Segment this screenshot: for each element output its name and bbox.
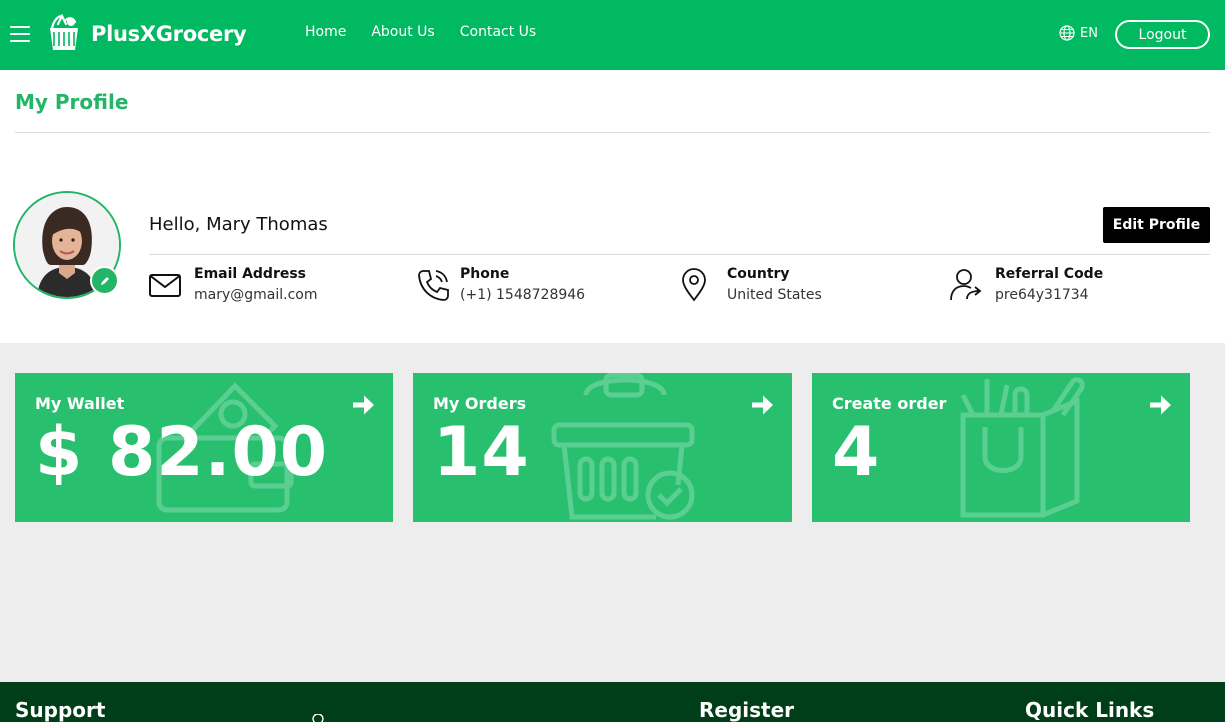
arrow-right-icon[interactable] (750, 393, 774, 417)
orders-card[interactable]: My Orders 14 (413, 373, 792, 522)
profile-section: My Profile Hello, Mary Thomas Edit Profi… (0, 70, 1225, 343)
pencil-icon (100, 276, 109, 285)
card-title: My Wallet (35, 394, 125, 413)
grocery-bag-icon (960, 377, 1085, 518)
phone-icon (418, 270, 449, 301)
info-value: mary@gmail.com (194, 287, 318, 303)
wallet-card[interactable]: My Wallet $ 82.00 (15, 373, 393, 522)
avatar-edit-button[interactable] (90, 266, 119, 295)
info-label: Phone (460, 266, 510, 282)
info-email: Email Address mary@gmail.com (149, 266, 318, 305)
globe-icon (1059, 25, 1075, 41)
edit-profile-button[interactable]: Edit Profile (1103, 207, 1210, 243)
language-selector[interactable]: EN (1059, 25, 1098, 41)
footer-address (312, 714, 324, 722)
footer-quick-links-heading: Quick Links (1025, 698, 1155, 722)
hamburger-menu-icon[interactable] (10, 26, 30, 42)
card-title: My Orders (433, 394, 527, 413)
footer: Support Register Quick Links (0, 682, 1225, 722)
top-navbar: PlusXGrocery Home About Us Contact Us EN… (0, 0, 1225, 70)
arrow-right-icon[interactable] (1148, 393, 1172, 417)
basket-icon (551, 373, 695, 520)
greeting: Hello, Mary Thomas (149, 214, 328, 235)
card-value: $ 82.00 (35, 413, 329, 492)
nav-link-home[interactable]: Home (305, 24, 346, 40)
location-pin-icon (312, 714, 324, 722)
info-label: Email Address (194, 266, 307, 282)
basket-logo-icon (50, 14, 78, 50)
info-referral: Referral Code pre64y31734 (948, 266, 1103, 305)
info-value: United States (727, 287, 822, 303)
location-pin-icon (682, 268, 706, 302)
arrow-right-icon[interactable] (351, 393, 375, 417)
logout-button[interactable]: Logout (1115, 20, 1210, 49)
card-title: Create order (832, 394, 947, 413)
brand-name: PlusXGrocery (91, 22, 247, 46)
create-order-card[interactable]: Create order 4 (812, 373, 1190, 522)
brand-logo[interactable]: PlusXGrocery (44, 14, 247, 54)
info-phone: Phone (+1) 1548728946 (415, 266, 585, 305)
info-label: Referral Code (995, 266, 1104, 282)
footer-register-heading: Register (699, 698, 795, 722)
card-value: 4 (832, 413, 881, 492)
language-label: EN (1080, 25, 1098, 41)
nav-link-about[interactable]: About Us (371, 24, 434, 40)
title-divider (15, 132, 1210, 133)
footer-support-heading: Support (15, 698, 106, 722)
greeting-divider (149, 254, 1210, 255)
user-share-icon (950, 269, 982, 301)
info-label: Country (727, 266, 790, 282)
info-value: pre64y31734 (995, 287, 1089, 303)
info-country: Country United States (680, 266, 822, 305)
info-value: (+1) 1548728946 (460, 287, 586, 303)
page-title: My Profile (15, 90, 129, 114)
mail-icon (149, 274, 181, 297)
nav-link-contact[interactable]: Contact Us (460, 24, 536, 40)
nav-links: Home About Us Contact Us (305, 24, 561, 40)
card-value: 14 (433, 413, 530, 492)
